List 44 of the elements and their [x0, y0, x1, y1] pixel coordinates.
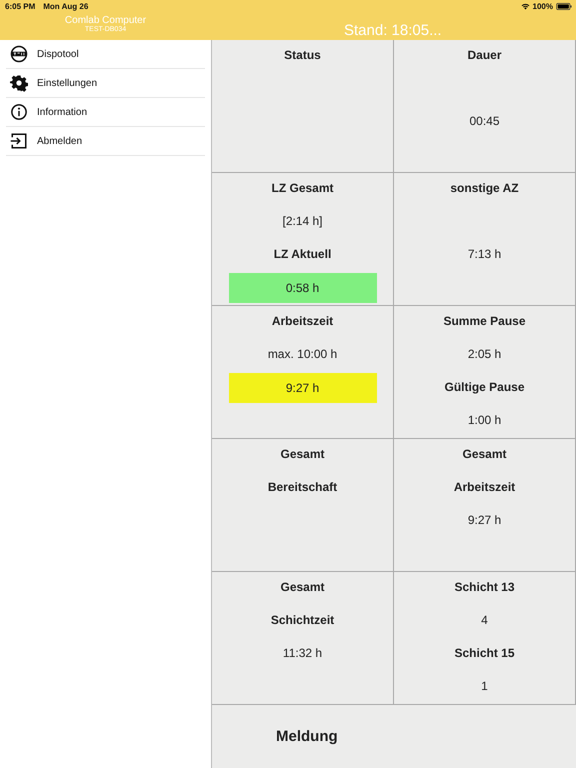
field-value: 11:32 h [282, 645, 322, 662]
field-label: Arbeitszeit [272, 313, 334, 330]
field-label: Schichtzeit [270, 612, 334, 629]
battery-level: 100% [532, 2, 553, 11]
field-label: Gültige Pause [444, 379, 525, 396]
field-value: 1:00 h [468, 412, 502, 429]
field-label: Gesamt [280, 579, 325, 596]
header-title: Stand: 18:05... [343, 22, 443, 39]
wifi-icon [520, 3, 530, 10]
field-label: Summe Pause [443, 313, 526, 330]
field-label: Schicht 15 [454, 645, 515, 662]
menu-item[interactable]: Information [6, 98, 205, 127]
field-label: sonstige AZ [450, 180, 519, 197]
highlighted-value: 0:58 h [228, 273, 376, 303]
status-time: 6:05 PM [5, 2, 36, 11]
field-value: [2:14 h] [282, 213, 323, 230]
field-label: Gesamt [462, 446, 507, 463]
highlighted-value: 9:27 h [228, 373, 376, 403]
battery-icon [556, 3, 572, 10]
field-value: 00:45 [469, 113, 500, 130]
menu-item[interactable]: Dispotool [6, 40, 205, 69]
field-label: Status [284, 47, 321, 64]
menu-item[interactable]: Abmelden [6, 127, 205, 156]
logo-icon [10, 45, 28, 63]
field-value: 2:05 h [468, 346, 502, 363]
field-label: LZ Aktuell [274, 246, 332, 263]
field-label: LZ Gesamt [271, 180, 334, 197]
field-label: Bereitschaft [268, 479, 338, 496]
field-value: 7:13 h [468, 246, 502, 263]
field-label: Dauer [467, 47, 502, 64]
logout-icon [10, 132, 28, 150]
field-value: 1 [481, 678, 488, 695]
status-date: Mon Aug 26 [43, 2, 88, 11]
menu-item[interactable]: Einstellungen [6, 69, 205, 98]
message-label[interactable]: Meldung [276, 728, 338, 745]
field-value: 9:27 h [468, 512, 502, 529]
sidebar-title: Comlab Computer [64, 15, 146, 26]
settings-icon [10, 74, 28, 92]
field-label: Gesamt [280, 446, 325, 463]
field-label: Arbeitszeit [454, 479, 516, 496]
info-icon [10, 103, 28, 121]
field-label: Schicht 13 [454, 579, 515, 596]
field-value: max. 10:00 h [268, 346, 338, 363]
field-value: 4 [481, 612, 488, 629]
